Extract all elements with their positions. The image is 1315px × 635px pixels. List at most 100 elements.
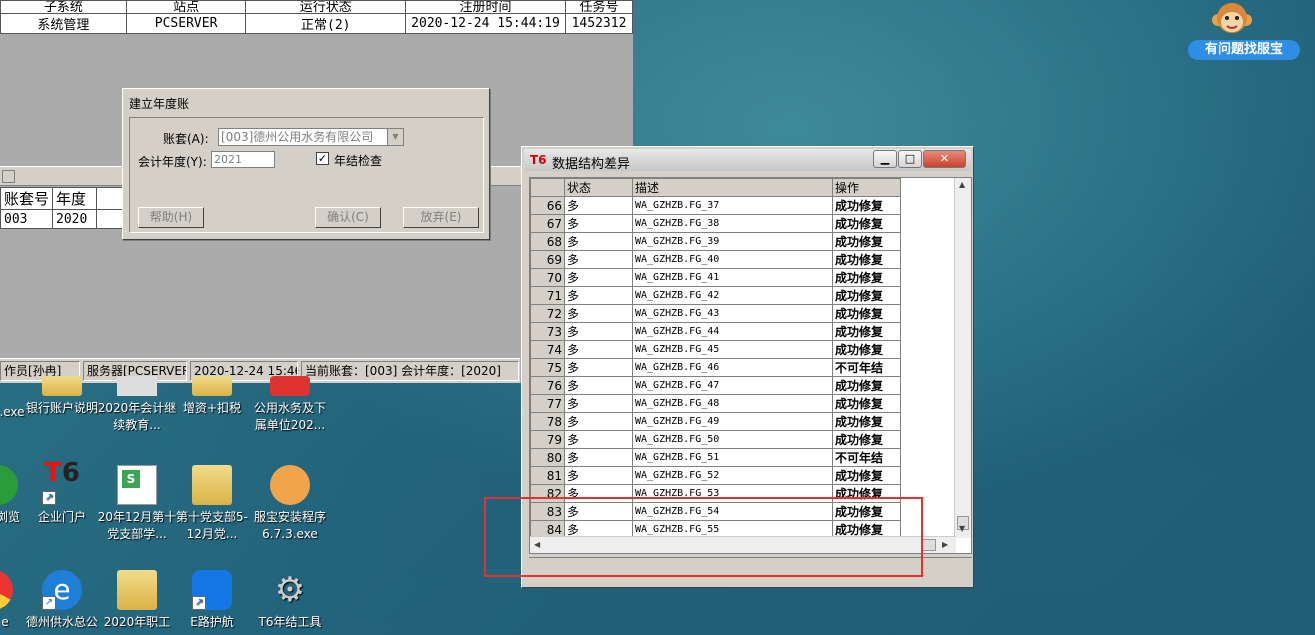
cancel-button[interactable]: 放弃(E) [403,207,479,228]
highlight-annotation-box [484,497,923,577]
year-end-check-label: 年结检查 [334,154,383,168]
desktop-icon-water[interactable]: 公用水务及下属单位202... [250,376,330,434]
row-number: 73 [530,322,565,341]
account-select[interactable]: [003]德州公用水务有限公司 ▼ [218,128,404,146]
vertical-scrollbar[interactable]: ▲ ▼ [954,178,971,538]
table-row[interactable]: 75 多 WA_GZHZB.FG_46 不可年结 [530,358,901,377]
table-row[interactable]: 69 多 WA_GZHZB.FG_40 成功修复 [530,250,901,269]
row-status: 多 [564,466,633,485]
table-row[interactable]: 73 多 WA_GZHZB.FG_44 成功修复 [530,322,901,341]
desktop-icon-party-study[interactable]: S 20年12月第十党支部学... [97,465,177,543]
e-escort-icon: ↗ [192,570,232,610]
table-row[interactable]: 系统管理 PCSERVER 正常(2) 2020-12-24 15:44:19 … [0,13,633,34]
minimize-button[interactable]: ▁ [873,150,897,168]
table-row[interactable]: 80 多 WA_GZHZB.FG_51 不可年结 [530,448,901,467]
row-operation: 成功修复 [832,412,901,431]
table-row[interactable]: 66 多 WA_GZHZB.FG_37 成功修复 [530,196,901,215]
row-number: 74 [530,340,565,359]
window-titlebar[interactable]: T6 数据结构差异 ▁ □ ✕ [524,149,971,172]
col-account-no[interactable]: 账套号 [0,187,54,210]
table-row[interactable]: 74 多 WA_GZHZB.FG_45 成功修复 [530,340,901,359]
year-label: 会计年度(Y): [138,155,207,169]
icon-label: 银行账户说明 [25,401,98,415]
scroll-up-icon[interactable]: ▲ [959,180,965,189]
checkbox-icon[interactable] [2,170,15,183]
chevron-down-icon[interactable]: ▼ [387,129,403,145]
folder-icon [192,465,232,505]
desktop-icon-staff[interactable]: 2020年职工 [97,570,177,631]
monkey-mascot-icon[interactable] [1210,0,1254,38]
row-operation: 成功修复 [832,322,901,341]
col-description[interactable]: 描述 [632,178,833,197]
desktop-icon-bank[interactable]: 银行账户说明 [22,376,102,417]
cell: 2020-12-24 15:44:19 [405,13,567,34]
col-site[interactable]: 站点 [125,0,247,14]
shortcut-arrow-icon: ↗ [42,491,56,505]
table-row[interactable]: 70 多 WA_GZHZB.FG_41 成功修复 [530,268,901,287]
table-row[interactable]: 67 多 WA_GZHZB.FG_38 成功修复 [530,214,901,233]
table-row[interactable]: 79 多 WA_GZHZB.FG_50 成功修复 [530,430,901,449]
chrome-icon [0,570,13,610]
table-row[interactable]: 003 2020 [0,209,125,229]
row-number: 76 [530,376,565,395]
col-empty [96,187,125,210]
desktop-icon-water-company[interactable]: e ↗ 德州供水总公 [22,570,102,631]
row-status: 多 [564,286,633,305]
row-description: WA_GZHZB.FG_41 [632,268,833,287]
row-number: 80 [530,448,565,467]
table-row[interactable]: 76 多 WA_GZHZB.FG_47 成功修复 [530,376,901,395]
table-row[interactable]: 81 多 WA_GZHZB.FG_52 成功修复 [530,466,901,485]
table-row[interactable]: 72 多 WA_GZHZB.FG_43 成功修复 [530,304,901,323]
row-number: 78 [530,412,565,431]
desktop-icon-party-branch[interactable]: 第十党支部5-12月党... [172,465,252,543]
scroll-thumb[interactable] [922,539,936,551]
row-description: WA_GZHZB.FG_42 [632,286,833,305]
table-row[interactable]: 71 多 WA_GZHZB.FG_42 成功修复 [530,286,901,305]
year-input[interactable]: 2021 [211,151,275,168]
maximize-button[interactable]: □ [898,150,922,168]
desktop-icon-education[interactable]: 2020年会计继续教育... [97,376,177,434]
close-button[interactable]: ✕ [923,150,966,168]
desktop-icon-raise[interactable]: 增资+扣税 [172,376,252,417]
row-number: 71 [530,286,565,305]
table-row[interactable]: 77 多 WA_GZHZB.FG_48 成功修复 [530,394,901,413]
cell: 2020 [52,209,98,229]
row-description: WA_GZHZB.FG_40 [632,250,833,269]
row-description: WA_GZHZB.FG_44 [632,322,833,341]
col-subsystem[interactable]: 子系统 [0,0,127,14]
scroll-right-icon[interactable]: ▶ [942,540,948,549]
desktop-icon-t6-year-end-tool[interactable]: ⚙ T6年结工具 [250,570,330,631]
icon-label: T6年结工具 [258,615,322,629]
row-status: 多 [564,358,633,377]
row-operation: 成功修复 [832,196,901,215]
table-row[interactable]: 78 多 WA_GZHZB.FG_49 成功修复 [530,412,901,431]
col-status[interactable]: 状态 [564,178,633,197]
confirm-button[interactable]: 确认(C) [315,207,381,228]
icon-label: 服宝安装程序6.7.3.exe [253,510,326,541]
monkey-icon [270,465,310,505]
status-account: 当前账套：[003] 会计年度：[2020] [301,361,519,381]
row-operation: 成功修复 [832,394,901,413]
year-end-check-checkbox[interactable]: ✓ [316,152,329,165]
col-task-id[interactable]: 任务号 [565,0,633,14]
icon-label: 公用水务及下属单位202... [253,401,326,432]
browser-icon [0,465,18,505]
desktop-icon-e-escort[interactable]: ↗ E路护航 [172,570,252,631]
cell: 003 [0,209,54,229]
col-run-status[interactable]: 运行状态 [245,0,407,14]
help-button[interactable]: 帮助(H) [138,207,204,228]
scroll-down-icon[interactable]: ▼ [959,524,965,533]
col-operation[interactable]: 操作 [832,178,901,197]
row-number: 77 [530,394,565,413]
cell: 系统管理 [0,13,127,34]
row-description: WA_GZHZB.FG_37 [632,196,833,215]
desktop-icon-portal[interactable]: T6 ↗ 企业门户 [22,460,102,526]
table-row[interactable]: 68 多 WA_GZHZB.FG_39 成功修复 [530,232,901,251]
help-badge-button[interactable]: 有问题找服宝 [1188,40,1300,60]
col-register-time[interactable]: 注册时间 [405,0,567,14]
row-description: WA_GZHZB.FG_51 [632,448,833,467]
dialog-body: 账套(A): [003]德州公用水务有限公司 ▼ 会计年度(Y): 2021 ✓… [129,117,484,233]
col-year[interactable]: 年度 [52,187,98,210]
desktop-icon-fubao-installer[interactable]: 服宝安装程序6.7.3.exe [250,465,330,543]
row-operation: 成功修复 [832,466,901,485]
